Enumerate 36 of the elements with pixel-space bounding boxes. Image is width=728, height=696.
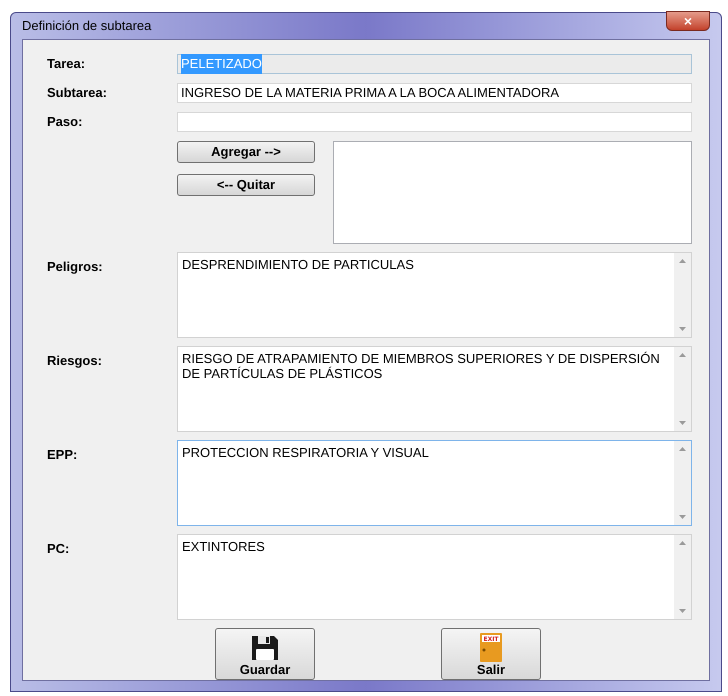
scroll-down-icon[interactable] [679, 609, 686, 613]
text-field[interactable] [177, 112, 692, 132]
text-area-value: RIESGO DE ATRAPAMIENTO DE MIEMBROS SUPERIORES Y DE DISPERSIÓN DE PARTÍCULAS DE PLÁSTICOS [181, 350, 661, 381]
field-label: Riesgos: [47, 352, 103, 370]
field-label: Subtarea: [47, 84, 108, 102]
text-area[interactable]: DESPRENDIMIENTO DE PARTICULAS [177, 252, 692, 338]
text-area-value: EXTINTORES [181, 538, 266, 554]
scrollbar[interactable] [674, 347, 691, 431]
field-label: PC: [47, 540, 70, 558]
field-value: PELETIZADO [181, 54, 262, 74]
text-area[interactable]: EXTINTORES [177, 534, 692, 620]
scrollbar[interactable] [674, 441, 691, 525]
text-area-value: DESPRENDIMIENTO DE PARTICULAS [181, 256, 415, 272]
scrollbar[interactable] [674, 535, 691, 619]
scrollbar[interactable] [674, 253, 691, 337]
field-label: Peligros: [47, 258, 104, 276]
scroll-up-icon[interactable] [679, 541, 686, 545]
scroll-down-icon[interactable] [679, 515, 686, 519]
step-button[interactable]: <-- Quitar [177, 174, 315, 196]
scroll-up-icon[interactable] [679, 259, 686, 263]
text-field[interactable]: INGRESO DE LA MATERIA PRIMA A LA BOCA ALIMENTADORA [177, 83, 692, 103]
scroll-up-icon[interactable] [679, 353, 686, 357]
text-area-value: PROTECCION RESPIRATORIA Y VISUAL [181, 444, 430, 460]
field-label: Paso: [47, 113, 84, 132]
field-label: Tarea: [47, 55, 86, 74]
scroll-down-icon[interactable] [679, 421, 686, 425]
step-button[interactable]: Agregar --> [177, 141, 315, 163]
list-box[interactable] [333, 141, 692, 244]
text-area[interactable]: RIESGO DE ATRAPAMIENTO DE MIEMBROS SUPERIORES Y DE DISPERSIÓN DE PARTÍCULAS DE PLÁSTICOS [177, 346, 692, 432]
window-title: Definición de subtarea [22, 17, 152, 36]
field-label: EPP: [47, 446, 78, 464]
field-value: INGRESO DE LA MATERIA PRIMA A LA BOCA ALIMENTADORA [181, 84, 560, 102]
scroll-up-icon[interactable] [679, 447, 686, 451]
scroll-down-icon[interactable] [679, 327, 686, 331]
save-button[interactable]: Guardar [215, 628, 315, 680]
text-area[interactable]: PROTECCION RESPIRATORIA Y VISUAL [177, 440, 692, 526]
